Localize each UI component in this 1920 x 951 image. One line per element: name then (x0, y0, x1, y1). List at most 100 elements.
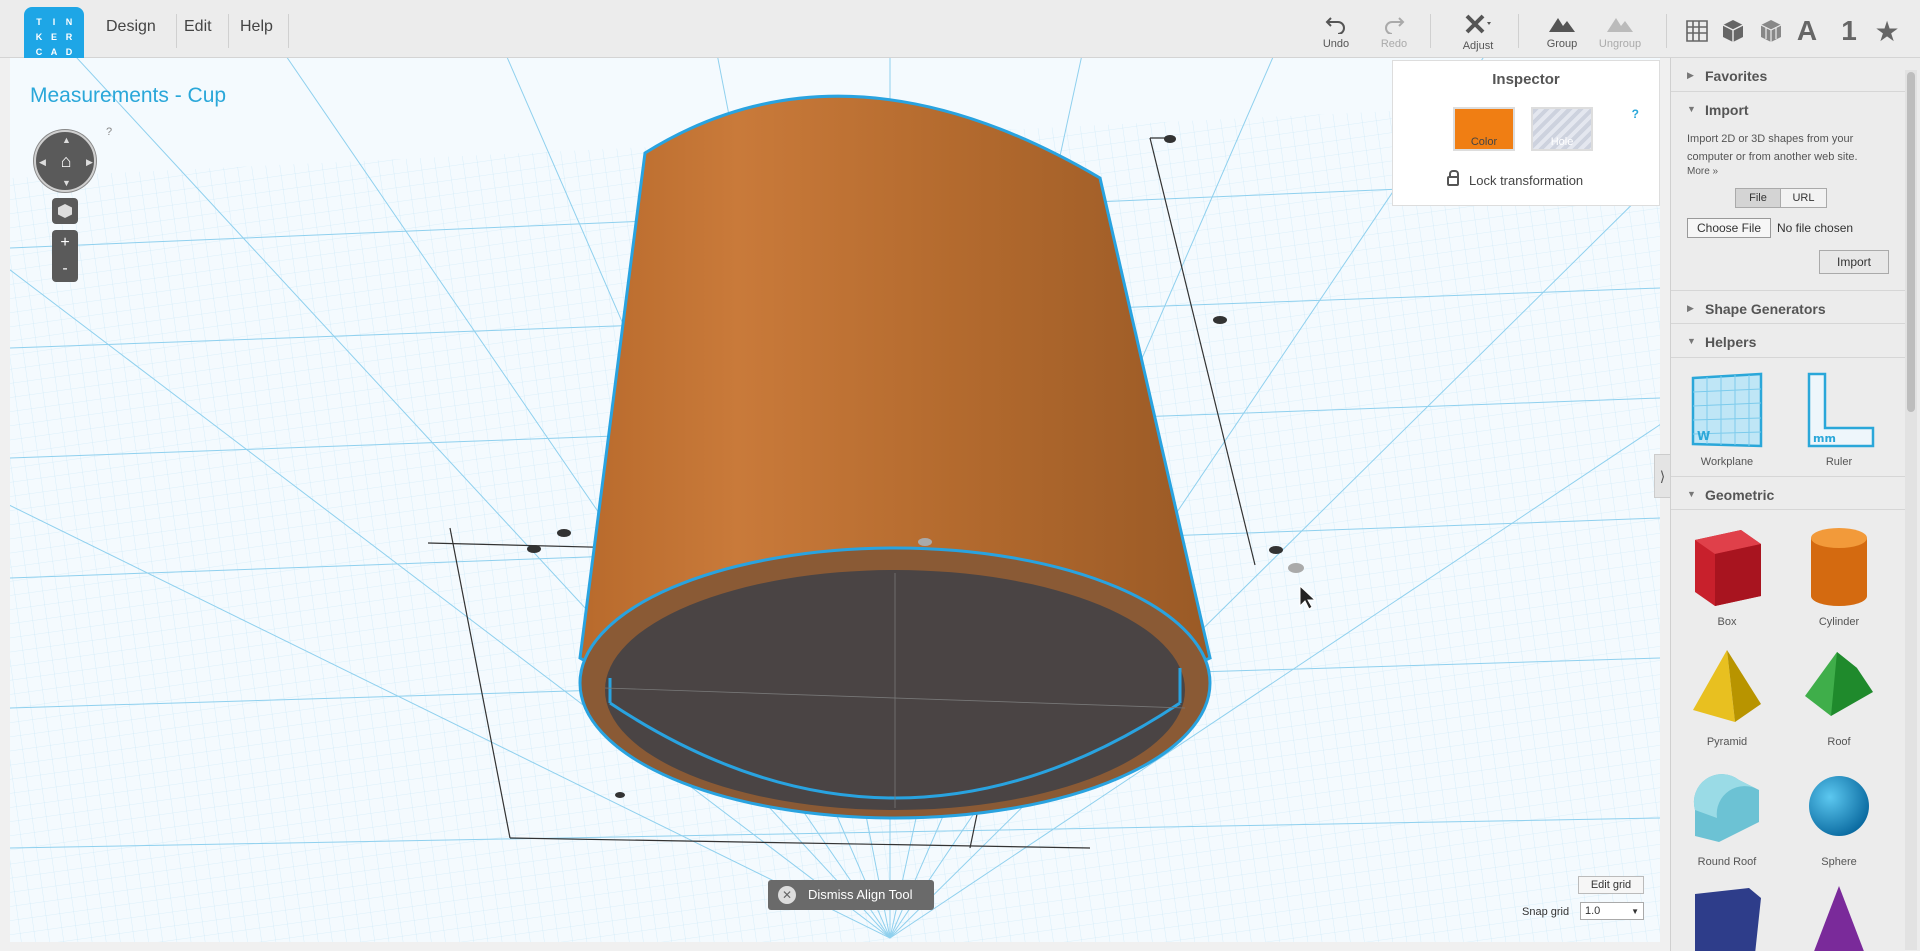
shape-label: Box (1717, 616, 1737, 628)
menu-divider (288, 14, 289, 48)
scrollbar-thumb[interactable] (1907, 72, 1915, 412)
ruler-icon: mm (1807, 372, 1875, 448)
section-shape-generators[interactable]: ▶ Shape Generators (1671, 290, 1905, 324)
pan-up-icon[interactable]: ▲ (62, 135, 71, 145)
choose-file-button[interactable]: Choose File (1687, 218, 1771, 238)
dismiss-label: Dismiss Align Tool (808, 887, 913, 902)
section-import[interactable]: ▼ Import (1671, 92, 1905, 126)
3d-viewport[interactable]: Measurements - Cup ? ▲ ▼ ◀ ▶ ⌂ + - Inspe… (10, 58, 1660, 942)
workplane-icon: W (1691, 372, 1763, 448)
section-label: Import (1705, 102, 1749, 118)
roof-icon (1805, 652, 1873, 716)
zoom-out-icon[interactable]: - (52, 256, 78, 282)
close-icon: ✕ (778, 886, 796, 904)
sphere-icon (1809, 776, 1869, 836)
number-shape-icon[interactable]: 1 (1834, 15, 1864, 46)
favorites-star-icon[interactable]: ★ (1872, 16, 1902, 47)
cylinder-icon (1811, 528, 1867, 606)
snap-grid-select[interactable]: 1.0 (1580, 902, 1644, 920)
workplane-grid-icon[interactable] (1682, 16, 1712, 46)
section-helpers[interactable]: ▼ Helpers (1671, 324, 1905, 358)
section-favorites[interactable]: ▶ Favorites (1671, 58, 1905, 92)
section-label: Geometric (1705, 487, 1775, 503)
toolbar-divider (1518, 14, 1519, 48)
home-view-icon[interactable]: ⌂ (55, 150, 77, 172)
top-bar: T I N K E R C A D Design Edit Help Undo … (0, 0, 1920, 67)
collapse-triangle-icon: ▼ (1687, 336, 1696, 346)
shape-label: Ruler (1825, 456, 1853, 468)
cone-icon (1814, 886, 1864, 951)
shape-box[interactable]: Box (1677, 526, 1777, 628)
hole-swatch-button[interactable]: Hole (1531, 107, 1593, 151)
ungroup-button[interactable]: Ungroup (1590, 14, 1650, 50)
section-label: Helpers (1705, 334, 1757, 350)
round-roof-icon (1693, 774, 1759, 842)
svg-text:mm: mm (1813, 432, 1836, 445)
pan-down-icon[interactable]: ▼ (62, 178, 71, 188)
pyramid-icon (1693, 650, 1761, 722)
expand-triangle-icon: ▶ (1687, 303, 1694, 313)
logo-letter: E (50, 32, 57, 42)
zoom-in-icon[interactable]: + (52, 230, 78, 256)
logo-letter: K (35, 32, 43, 42)
menu-design[interactable]: Design (106, 18, 156, 36)
shape-label: Sphere (1821, 856, 1857, 868)
pan-left-icon[interactable]: ◀ (39, 157, 46, 168)
logo-letter: D (65, 47, 73, 57)
inspector-help-link[interactable]: ? (1632, 107, 1639, 121)
shape-sphere[interactable]: Sphere (1789, 766, 1889, 868)
undo-button[interactable]: Undo (1306, 14, 1366, 50)
collapse-triangle-icon: ▼ (1687, 104, 1696, 114)
edit-grid-button[interactable]: Edit grid (1578, 876, 1644, 894)
view-navigation-control[interactable]: ▲ ▼ ◀ ▶ ⌂ (34, 130, 96, 192)
shapes-sidebar: ▶ Favorites ▼ Import Import 2D or 3D sha… (1670, 58, 1920, 951)
lock-transformation-toggle[interactable]: Lock transformation (1447, 170, 1584, 188)
logo-letter: C (35, 47, 43, 57)
wireframe-cube-icon[interactable] (1756, 16, 1786, 46)
shape-cone-partial[interactable] (1789, 884, 1889, 951)
box-icon (1695, 530, 1761, 606)
shape-label: Round Roof (1697, 856, 1757, 868)
redo-label: Redo (1380, 38, 1408, 50)
text-shape-icon[interactable]: A (1792, 15, 1822, 46)
shape-cylinder[interactable]: Cylinder (1789, 526, 1889, 628)
inspector-panel: Inspector ? Color Hole Lock transformati… (1392, 60, 1660, 206)
svg-text:W: W (1697, 429, 1710, 443)
import-file-tab[interactable]: File (1735, 188, 1781, 208)
shape-round-roof[interactable]: Round Roof (1677, 766, 1777, 868)
shape-workplane[interactable]: W Workplane (1677, 372, 1777, 468)
import-url-tab[interactable]: URL (1781, 188, 1827, 208)
shape-wedge-partial[interactable] (1677, 884, 1777, 951)
cube-icon[interactable] (1718, 16, 1748, 46)
orthographic-toggle[interactable] (52, 198, 78, 224)
color-swatch-button[interactable]: Color (1453, 107, 1515, 151)
sidebar-collapse-toggle[interactable]: ⟩ (1654, 454, 1670, 498)
menu-divider (176, 14, 177, 48)
expand-triangle-icon: ▶ (1687, 70, 1694, 80)
shape-pyramid[interactable]: Pyramid (1677, 646, 1777, 748)
sidebar-scrollbar[interactable] (1905, 70, 1917, 950)
shape-roof[interactable]: Roof (1789, 646, 1889, 748)
adjust-button[interactable]: Adjust (1448, 14, 1508, 52)
pan-right-icon[interactable]: ▶ (86, 157, 93, 168)
design-title[interactable]: Measurements - Cup (30, 84, 226, 108)
shape-label: Pyramid (1706, 736, 1748, 748)
menu-help[interactable]: Help (240, 18, 273, 36)
dismiss-align-tool-button[interactable]: ✕ Dismiss Align Tool (768, 880, 934, 910)
import-button[interactable]: Import (1819, 250, 1889, 274)
cube-view-icon (58, 204, 72, 218)
menu-edit[interactable]: Edit (184, 18, 212, 36)
import-description: Import 2D or 3D shapes from your compute… (1687, 133, 1858, 163)
group-button[interactable]: Group (1532, 14, 1592, 50)
toolbar-divider (1666, 14, 1667, 48)
ungroup-icon (1607, 18, 1633, 32)
logo-letter: N (65, 17, 73, 27)
section-label: Shape Generators (1705, 301, 1826, 317)
lock-label: Lock transformation (1469, 173, 1584, 188)
view-help-link[interactable]: ? (106, 126, 112, 138)
shape-ruler[interactable]: mm Ruler (1789, 372, 1889, 468)
lock-icon (1447, 170, 1459, 186)
import-more-link[interactable]: More » (1687, 166, 1718, 177)
section-geometric[interactable]: ▼ Geometric (1671, 476, 1905, 510)
redo-button[interactable]: Redo (1364, 14, 1424, 50)
